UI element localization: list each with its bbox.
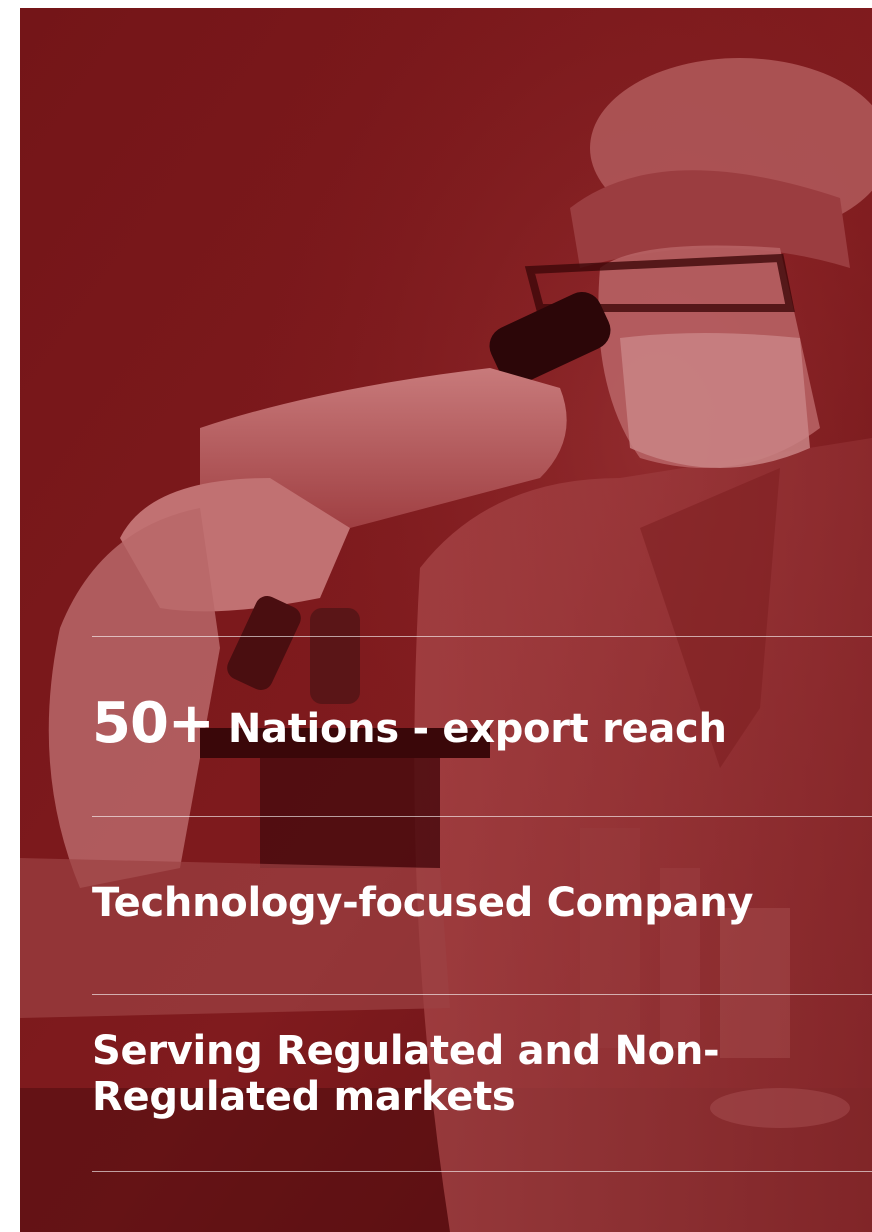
stat-label: Nations - export reach <box>227 706 727 752</box>
stat-technology: Technology-focused Company <box>92 880 754 926</box>
divider-4 <box>92 1171 872 1172</box>
divider-2 <box>92 816 872 817</box>
stat-number: 50+ <box>92 691 215 756</box>
stat-markets: Serving Regulated and Non-Regulated mark… <box>92 1028 720 1120</box>
hero-banner: 50+ Nations - export reach Technology-fo… <box>20 8 872 1232</box>
divider-3 <box>92 994 872 995</box>
stat-export-reach: 50+ Nations - export reach <box>92 696 872 766</box>
divider-1 <box>92 636 872 637</box>
